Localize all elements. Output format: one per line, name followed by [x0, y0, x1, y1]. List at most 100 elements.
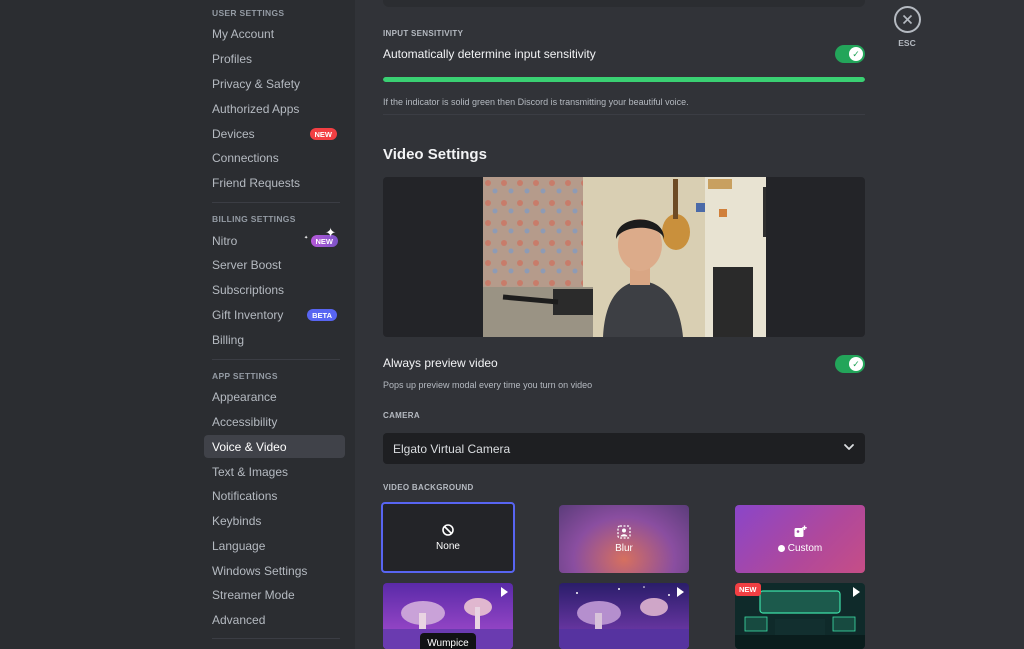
- meter-fill: [383, 77, 865, 82]
- billing-settings-header: BILLING SETTINGS: [212, 214, 296, 224]
- input-sensitivity-header: INPUT SENSITIVITY: [383, 29, 464, 38]
- new-badge: NEW: [735, 583, 761, 596]
- auto-sensitivity-label: Automatically determine input sensitivit…: [383, 47, 596, 61]
- sidebar-item-notifications[interactable]: Notifications: [204, 484, 345, 507]
- app-settings-header: APP SETTINGS: [212, 371, 278, 381]
- video-settings-title: Video Settings: [383, 146, 487, 163]
- scene-thumbnail: [559, 583, 689, 649]
- sidebar-item-label: Language: [212, 538, 266, 553]
- sidebar-item-label: Profiles: [212, 51, 253, 66]
- camera-select-value: Elgato Virtual Camera: [393, 441, 511, 456]
- sensitivity-description: If the indicator is solid green then Dis…: [383, 97, 689, 107]
- background-option-none[interactable]: None: [381, 502, 515, 573]
- play-icon: [677, 587, 684, 597]
- sidebar-item-gift-inventory[interactable]: Gift Inventory BETA: [204, 303, 345, 326]
- sidebar-item-label: Keybinds: [212, 513, 262, 528]
- sidebar-item-label: Advanced: [212, 612, 266, 627]
- sidebar-item-friend-requests[interactable]: Friend Requests: [204, 171, 345, 194]
- sidebar-item-authorized-apps[interactable]: Authorized Apps: [204, 97, 345, 120]
- sidebar-item-label: Friend Requests: [212, 175, 301, 190]
- sparkle-icon: ✦: [325, 225, 336, 240]
- background-option-label: None: [436, 541, 460, 552]
- background-scene-2[interactable]: [559, 583, 689, 649]
- sidebar-item-nitro[interactable]: Nitro NEW ✦ ✦: [204, 225, 345, 252]
- background-option-label: Blur: [615, 542, 633, 554]
- sidebar-item-label: My Account: [212, 26, 275, 41]
- sidebar-item-text-images[interactable]: Text & Images: [204, 460, 345, 483]
- sidebar-item-appearance[interactable]: Appearance: [204, 385, 345, 408]
- blur-person-icon: [617, 524, 631, 539]
- close-settings-button[interactable]: ESC: [893, 6, 921, 48]
- sidebar-item-my-account[interactable]: My Account: [204, 22, 345, 45]
- background-scene-3[interactable]: NEW: [735, 583, 865, 649]
- sidebar-item-label: Server Boost: [212, 257, 282, 272]
- background-option-custom[interactable]: Custom: [735, 505, 865, 573]
- user-settings-header: USER SETTINGS: [212, 8, 285, 18]
- sidebar-item-label: Authorized Apps: [212, 101, 300, 116]
- sidebar-item-language[interactable]: Language: [204, 534, 345, 557]
- camera-feed: [483, 177, 766, 337]
- sidebar-item-label: Subscriptions: [212, 282, 285, 297]
- play-icon: [501, 587, 508, 597]
- sidebar-divider: [212, 638, 340, 639]
- beta-badge: BETA: [307, 309, 337, 321]
- play-icon: [853, 587, 860, 597]
- sidebar-item-windows-settings[interactable]: Windows Settings: [204, 559, 345, 582]
- sidebar-item-label: Connections: [212, 150, 279, 165]
- new-badge: NEW: [309, 128, 337, 140]
- scene-tooltip: Wumpice: [420, 633, 476, 649]
- always-preview-toggle[interactable]: ✓: [835, 355, 865, 373]
- sidebar-item-profiles[interactable]: Profiles: [204, 47, 345, 70]
- block-icon: [442, 524, 454, 536]
- sidebar-item-billing[interactable]: Billing: [204, 328, 345, 351]
- sparkle-small-icon: ✦: [304, 235, 309, 241]
- sidebar-item-label: Notifications: [212, 488, 278, 503]
- video-background-header: VIDEO BACKGROUND: [383, 483, 474, 492]
- sidebar-item-keybinds[interactable]: Keybinds: [204, 509, 345, 532]
- sidebar-item-label: Gift Inventory: [212, 307, 284, 322]
- sidebar-item-label: Privacy & Safety: [212, 76, 301, 91]
- esc-label: ESC: [898, 38, 916, 48]
- sidebar-item-label: Devices: [212, 126, 255, 141]
- auto-sensitivity-toggle[interactable]: ✓: [835, 45, 865, 63]
- sidebar-item-label: Appearance: [212, 389, 277, 404]
- sidebar-divider: [212, 359, 340, 360]
- sidebar-item-voice-video[interactable]: Voice & Video: [204, 435, 345, 458]
- sidebar-item-label: Windows Settings: [212, 563, 308, 578]
- sidebar-divider: [212, 202, 340, 203]
- sidebar-item-connections[interactable]: Connections: [204, 146, 345, 169]
- input-sensitivity-meter: [383, 77, 865, 82]
- voice-video-settings: INPUT SENSITIVITY Automatically determin…: [381, 0, 865, 649]
- camera-header: CAMERA: [383, 411, 420, 420]
- sidebar-item-label: Accessibility: [212, 414, 278, 429]
- background-option-label: Custom: [777, 542, 823, 554]
- always-preview-label: Always preview video: [383, 356, 498, 370]
- sidebar-item-advanced[interactable]: Advanced: [204, 608, 345, 631]
- nitro-icon: [777, 544, 785, 552]
- camera-feed-image: [483, 177, 766, 337]
- previous-section-edge: [383, 0, 865, 7]
- section-divider: [383, 114, 865, 115]
- sidebar-item-label: Voice & Video: [212, 439, 287, 454]
- check-icon: ✓: [849, 47, 863, 61]
- camera-select[interactable]: Elgato Virtual Camera: [383, 433, 865, 464]
- check-icon: ✓: [849, 357, 863, 371]
- add-image-icon: [794, 525, 807, 537]
- background-option-blur[interactable]: Blur: [559, 505, 689, 573]
- always-preview-description: Pops up preview modal every time you tur…: [383, 380, 593, 390]
- new-badge: NEW ✦: [310, 225, 338, 247]
- sidebar-item-streamer-mode[interactable]: Streamer Mode: [204, 583, 345, 606]
- sidebar-item-accessibility[interactable]: Accessibility: [204, 410, 345, 433]
- sidebar-item-server-boost[interactable]: Server Boost: [204, 253, 345, 276]
- sidebar-item-label: Streamer Mode: [212, 587, 295, 602]
- sidebar-item-privacy-safety[interactable]: Privacy & Safety: [204, 72, 345, 95]
- chevron-down-icon: [844, 444, 854, 450]
- custom-label-text: Custom: [787, 542, 823, 554]
- settings-sidebar: USER SETTINGS My Account Profiles Privac…: [204, 0, 346, 649]
- sidebar-item-label: Billing: [212, 332, 245, 347]
- sidebar-item-devices[interactable]: Devices NEW: [204, 122, 345, 145]
- close-icon: [893, 6, 921, 33]
- sidebar-item-subscriptions[interactable]: Subscriptions: [204, 278, 345, 301]
- sidebar-item-label: Text & Images: [212, 464, 289, 479]
- sidebar-item-label: Nitro: [212, 233, 238, 248]
